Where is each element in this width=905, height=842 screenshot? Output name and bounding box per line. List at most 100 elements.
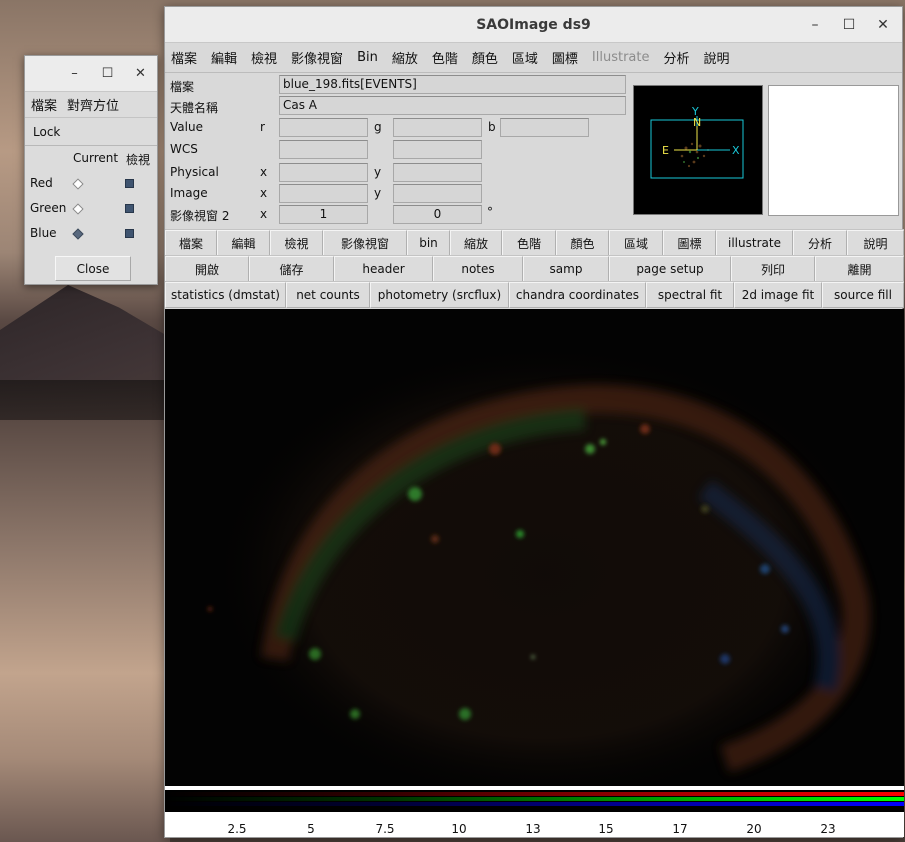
colorbar-green xyxy=(165,797,904,801)
view-checkbox-green[interactable] xyxy=(125,204,134,213)
close-button[interactable]: Close xyxy=(55,256,131,281)
object-field: Cas A xyxy=(279,96,626,115)
current-radio-red[interactable] xyxy=(72,178,84,190)
menu-color[interactable]: 顏色 xyxy=(472,48,498,67)
rgb-menubar: 檔案 對齊方位 xyxy=(25,92,157,118)
image-x-field xyxy=(279,184,368,203)
menu-file[interactable]: 檔案 xyxy=(171,48,197,67)
button-notes[interactable]: notes xyxy=(433,256,523,282)
rgb-dialog-titlebar[interactable]: – ☐ ✕ xyxy=(25,56,157,92)
panner-north-label: N xyxy=(693,116,701,129)
colorbar-tick: 20 xyxy=(746,822,762,836)
minimize-icon[interactable]: – xyxy=(798,17,832,33)
button-header[interactable]: header xyxy=(334,256,433,282)
button-illustrate[interactable]: illustrate xyxy=(716,230,793,256)
button-save[interactable]: 儲存 xyxy=(249,256,334,282)
rgb-channel-row-blue: Blue xyxy=(25,221,157,246)
file-field: blue_198.fits[EVENTS] xyxy=(279,75,626,94)
view-checkbox-blue[interactable] xyxy=(125,229,134,238)
button-file[interactable]: 檔案 xyxy=(165,230,217,256)
button-view[interactable]: 檢視 xyxy=(270,230,323,256)
image-y-label: y xyxy=(374,186,382,200)
view-checkbox-red[interactable] xyxy=(125,179,134,188)
rgb-dialog: – ☐ ✕ 檔案 對齊方位 Lock Current 檢視 Red Green … xyxy=(24,55,158,285)
menu-help[interactable]: 說明 xyxy=(704,48,730,67)
value-b-label: b xyxy=(488,120,496,134)
value-r-field xyxy=(279,118,368,137)
button-open[interactable]: 開啟 xyxy=(165,256,249,282)
button-spectral-fit[interactable]: spectral fit xyxy=(646,282,734,308)
rgb-view-header: 檢視 xyxy=(126,153,151,167)
colorbar-blue xyxy=(165,802,904,806)
button-print[interactable]: 列印 xyxy=(731,256,815,282)
button-edit[interactable]: 編輯 xyxy=(217,230,270,256)
rgb-current-header: Current xyxy=(73,151,119,165)
menu-edit[interactable]: 編輯 xyxy=(211,48,237,67)
button-analysis[interactable]: 分析 xyxy=(793,230,847,256)
file-label: 檔案 xyxy=(170,80,195,94)
menu-frame[interactable]: 影像視窗 xyxy=(291,48,343,67)
menu-analysis[interactable]: 分析 xyxy=(664,48,690,67)
button-statistics[interactable]: statistics (dmstat) xyxy=(165,282,286,308)
button-region[interactable]: 區域 xyxy=(609,230,663,256)
button-scale[interactable]: 色階 xyxy=(502,230,556,256)
image-y-field xyxy=(393,184,482,203)
rgb-menu-file[interactable]: 檔案 xyxy=(31,95,57,114)
frame-angle-field: 0 xyxy=(393,205,482,224)
value-g-field xyxy=(393,118,482,137)
rgb-minimize-icon[interactable]: – xyxy=(58,66,91,81)
buttonbar-file: 開啟 儲存 header notes samp page setup 列印 離開 xyxy=(165,255,904,282)
window-title: SAOImage ds9 xyxy=(476,16,591,33)
button-chandra-coordinates[interactable]: chandra coordinates xyxy=(509,282,646,308)
button-2d-image-fit[interactable]: 2d image fit xyxy=(734,282,822,308)
button-bin[interactable]: bin xyxy=(407,230,450,256)
rgb-lock-menu[interactable]: Lock xyxy=(25,118,157,146)
buttonbar-main: 檔案 編輯 檢視 影像視窗 bin 縮放 色階 顏色 區域 圖標 illustr… xyxy=(165,229,904,256)
menu-region[interactable]: 區域 xyxy=(512,48,538,67)
current-radio-blue[interactable] xyxy=(72,228,84,240)
button-page-setup[interactable]: page setup xyxy=(609,256,731,282)
rgb-channel-row-red: Red xyxy=(25,171,157,196)
menu-scale[interactable]: 色階 xyxy=(432,48,458,67)
current-radio-green[interactable] xyxy=(72,203,84,215)
button-zoom[interactable]: 縮放 xyxy=(450,230,502,256)
colorbar[interactable]: 2.5 5 7.5 10 13 15 17 20 23 xyxy=(165,786,904,837)
rgb-close-icon[interactable]: ✕ xyxy=(124,66,157,81)
colorbar-red xyxy=(165,792,904,796)
menu-view[interactable]: 檢視 xyxy=(251,48,277,67)
channel-name: Blue xyxy=(30,226,57,240)
button-frame[interactable]: 影像視窗 xyxy=(323,230,407,256)
image-display[interactable] xyxy=(165,309,904,786)
value-b-field xyxy=(500,118,589,137)
panner[interactable]: X Y E N xyxy=(633,85,763,215)
colorbar-tick: 5 xyxy=(307,822,315,836)
rgb-menu-align[interactable]: 對齊方位 xyxy=(67,95,119,114)
image-label: Image xyxy=(170,186,208,200)
window-titlebar[interactable]: SAOImage ds9 – ☐ ✕ xyxy=(165,7,902,43)
rgb-maximize-icon[interactable]: ☐ xyxy=(91,66,124,81)
frame-zoom-field: 1 xyxy=(279,205,368,224)
close-icon[interactable]: ✕ xyxy=(866,17,900,33)
colorbar-tick: 10 xyxy=(451,822,467,836)
frame-label: 影像視窗 2 xyxy=(170,209,230,223)
button-net-counts[interactable]: net counts xyxy=(286,282,370,308)
maximize-icon[interactable]: ☐ xyxy=(832,17,866,33)
object-label: 天體名稱 xyxy=(170,101,219,115)
degree-symbol: ° xyxy=(487,205,493,219)
menu-graph[interactable]: 圖標 xyxy=(552,48,578,67)
value-label: Value xyxy=(170,120,203,134)
frame-x-label: x xyxy=(260,207,268,221)
button-graph[interactable]: 圖標 xyxy=(663,230,716,256)
menu-zoom[interactable]: 縮放 xyxy=(392,48,418,67)
physical-y-label: y xyxy=(374,165,382,179)
panner-x-axis-label: X xyxy=(732,144,740,157)
button-exit[interactable]: 離開 xyxy=(815,256,904,282)
button-samp[interactable]: samp xyxy=(523,256,609,282)
menu-bin[interactable]: Bin xyxy=(357,50,378,65)
button-photometry[interactable]: photometry (srcflux) xyxy=(370,282,509,308)
supernova-remnant-image xyxy=(205,339,885,786)
button-source-fill[interactable]: source fill xyxy=(822,282,904,308)
physical-y-field xyxy=(393,163,482,182)
button-help[interactable]: 說明 xyxy=(847,230,904,256)
button-color[interactable]: 顏色 xyxy=(556,230,609,256)
